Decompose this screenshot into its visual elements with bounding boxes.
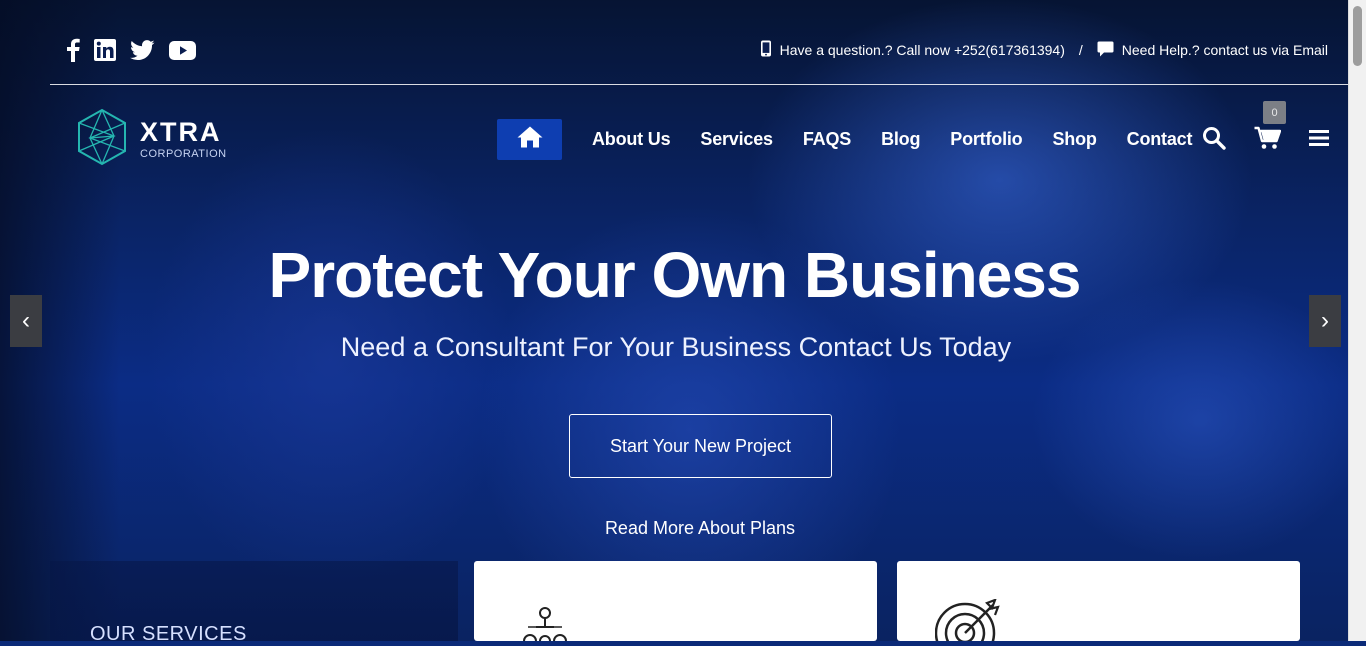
read-more-link[interactable]: Read More About Plans	[0, 518, 1366, 539]
nav-home-button[interactable]	[497, 119, 562, 160]
menu-icon[interactable]	[1309, 124, 1329, 151]
nav-item-faqs[interactable]: FAQS	[803, 129, 851, 150]
services-panel: OUR SERVICES	[50, 561, 458, 645]
hero-title: Protect Your Own Business	[268, 239, 1082, 311]
scrollbar-thumb[interactable]	[1353, 6, 1362, 66]
cart-count-badge: 0	[1263, 101, 1286, 124]
search-icon[interactable]	[1200, 124, 1227, 151]
services-title: OUR SERVICES	[90, 623, 247, 645]
linkedin-icon[interactable]	[94, 38, 116, 62]
phone-icon	[760, 40, 772, 60]
page-scrollbar[interactable]	[1348, 0, 1366, 641]
service-card[interactable]	[897, 561, 1300, 646]
nav-item-services[interactable]: Services	[700, 129, 773, 150]
nav-item-portfolio[interactable]: Portfolio	[950, 129, 1022, 150]
top-bar: Have a question.? Call now +252(61736139…	[50, 22, 1348, 85]
home-icon	[517, 126, 543, 153]
phone-text[interactable]: Have a question.? Call now +252(61736139…	[780, 42, 1065, 58]
contact-info: Have a question.? Call now +252(61736139…	[760, 40, 1328, 60]
logo-name: XTRA	[140, 116, 222, 147]
nav-item-blog[interactable]: Blog	[881, 129, 920, 150]
hero-background	[0, 0, 1349, 641]
chat-icon	[1097, 41, 1114, 60]
contact-separator: /	[1078, 42, 1083, 58]
main-nav: About Us Services FAQS Blog Portfolio Sh…	[497, 119, 1222, 160]
hero-subtitle: Need a Consultant For Your Business Cont…	[340, 332, 1012, 362]
cart-icon[interactable]	[1253, 124, 1281, 151]
nav-item-contact[interactable]: Contact	[1127, 129, 1193, 150]
nav-item-shop[interactable]: Shop	[1052, 129, 1096, 150]
start-project-button[interactable]: Start Your New Project	[569, 414, 832, 478]
site-logo[interactable]: XTRA CORPORATION	[76, 108, 227, 171]
hierarchy-icon	[518, 605, 574, 646]
logo-tagline: CORPORATION	[140, 147, 227, 160]
logo-mark-icon	[76, 108, 128, 171]
nav-item-about-us[interactable]: About Us	[592, 129, 671, 150]
nav-tools	[1200, 124, 1329, 151]
social-links	[66, 38, 196, 62]
twitter-icon[interactable]	[130, 38, 155, 62]
youtube-icon[interactable]	[169, 38, 196, 62]
help-text[interactable]: Need Help.? contact us via Email	[1122, 42, 1328, 58]
target-icon	[934, 598, 1005, 646]
service-card[interactable]	[474, 561, 877, 642]
facebook-icon[interactable]	[66, 38, 80, 62]
